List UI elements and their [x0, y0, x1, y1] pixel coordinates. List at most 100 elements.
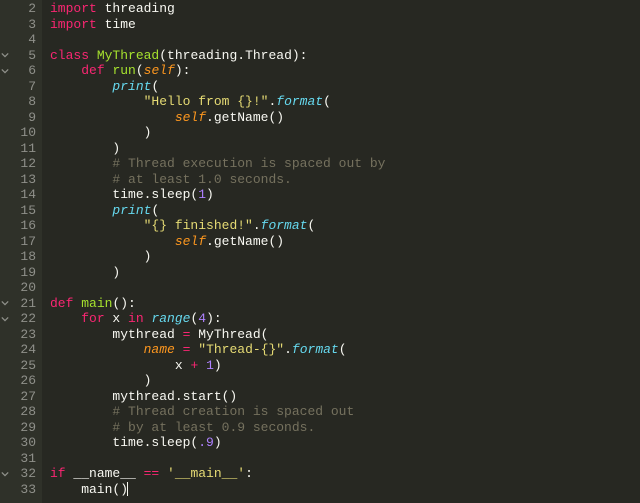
line-number[interactable]: 21 — [0, 296, 36, 312]
token-id — [50, 218, 144, 233]
fold-down-icon[interactable] — [1, 315, 9, 323]
line-number-text: 27 — [20, 389, 36, 405]
token-id: ) — [50, 373, 151, 388]
line-number[interactable]: 19 — [0, 265, 36, 281]
fold-toggle[interactable] — [0, 298, 10, 308]
line-number[interactable]: 20 — [0, 280, 36, 296]
line-number-gutter[interactable]: 2345678910111213141516171819202122232425… — [0, 0, 42, 503]
code-line[interactable] — [50, 451, 385, 467]
token-kw: def — [81, 63, 104, 78]
token-cmt: # by at least 0.9 seconds. — [112, 420, 315, 435]
code-line[interactable] — [50, 32, 385, 48]
fold-toggle[interactable] — [0, 469, 10, 479]
code-line[interactable]: # Thread execution is spaced out by — [50, 156, 385, 172]
line-number[interactable]: 11 — [0, 141, 36, 157]
line-number[interactable]: 32 — [0, 466, 36, 482]
line-number[interactable]: 33 — [0, 482, 36, 498]
line-number-text: 28 — [20, 404, 36, 420]
line-number[interactable]: 14 — [0, 187, 36, 203]
line-number[interactable]: 23 — [0, 327, 36, 343]
code-line[interactable]: ) — [50, 141, 385, 157]
token-id — [50, 79, 112, 94]
line-number[interactable]: 6 — [0, 63, 36, 79]
fold-down-icon[interactable] — [1, 67, 9, 75]
fold-toggle[interactable] — [0, 66, 10, 76]
code-line[interactable]: print( — [50, 203, 385, 219]
code-line[interactable]: self.getName() — [50, 234, 385, 250]
code-line[interactable]: ) — [50, 265, 385, 281]
line-number[interactable]: 3 — [0, 17, 36, 33]
code-line[interactable]: if __name__ == '__main__': — [50, 466, 385, 482]
line-number[interactable]: 5 — [0, 48, 36, 64]
fold-toggle[interactable] — [0, 314, 10, 324]
token-param: self — [175, 110, 206, 125]
line-number[interactable]: 8 — [0, 94, 36, 110]
token-cmt: # Thread creation is spaced out — [112, 404, 354, 419]
line-number[interactable]: 28 — [0, 404, 36, 420]
line-number[interactable]: 7 — [0, 79, 36, 95]
line-number[interactable]: 12 — [0, 156, 36, 172]
code-line[interactable]: import time — [50, 17, 385, 33]
line-number[interactable]: 30 — [0, 435, 36, 451]
token-id: ) — [214, 435, 222, 450]
code-line[interactable]: print( — [50, 79, 385, 95]
code-editor-area[interactable]: import threadingimport time class MyThrea… — [42, 0, 385, 503]
line-number[interactable]: 2 — [0, 1, 36, 17]
token-kw: == — [144, 466, 160, 481]
line-number[interactable]: 18 — [0, 249, 36, 265]
line-number[interactable]: 26 — [0, 373, 36, 389]
line-number[interactable]: 15 — [0, 203, 36, 219]
line-number[interactable]: 10 — [0, 125, 36, 141]
line-number-text: 8 — [28, 94, 36, 110]
line-number[interactable]: 27 — [0, 389, 36, 405]
code-line[interactable]: time.sleep(1) — [50, 187, 385, 203]
code-line[interactable]: # at least 1.0 seconds. — [50, 172, 385, 188]
code-line[interactable]: time.sleep(.9) — [50, 435, 385, 451]
line-number[interactable]: 29 — [0, 420, 36, 436]
code-line[interactable]: mythread.start() — [50, 389, 385, 405]
line-number[interactable]: 22 — [0, 311, 36, 327]
token-id: threading — [97, 1, 175, 16]
code-line[interactable]: ) — [50, 249, 385, 265]
code-line[interactable]: def main(): — [50, 296, 385, 312]
token-id: ( — [339, 342, 347, 357]
token-id — [50, 342, 144, 357]
code-line[interactable]: ) — [50, 373, 385, 389]
fold-down-icon[interactable] — [1, 299, 9, 307]
token-param: self — [144, 63, 175, 78]
code-line[interactable]: main() — [50, 482, 385, 498]
line-number-text: 5 — [28, 48, 36, 64]
token-kw: in — [128, 311, 144, 326]
fold-down-icon[interactable] — [1, 470, 9, 478]
line-number[interactable]: 4 — [0, 32, 36, 48]
code-line[interactable]: x + 1) — [50, 358, 385, 374]
token-id: .getName() — [206, 110, 284, 125]
code-line[interactable]: for x in range(4): — [50, 311, 385, 327]
line-number-text: 20 — [20, 280, 36, 296]
token-kw2: print — [112, 79, 151, 94]
line-number[interactable]: 25 — [0, 358, 36, 374]
fold-down-icon[interactable] — [1, 51, 9, 59]
token-id: ): — [175, 63, 191, 78]
code-line[interactable]: mythread = MyThread( — [50, 327, 385, 343]
code-line[interactable]: "{} finished!".format( — [50, 218, 385, 234]
line-number-text: 33 — [20, 482, 36, 498]
code-line[interactable]: # Thread creation is spaced out — [50, 404, 385, 420]
code-line[interactable]: self.getName() — [50, 110, 385, 126]
line-number[interactable]: 24 — [0, 342, 36, 358]
code-line[interactable]: import threading — [50, 1, 385, 17]
code-line[interactable] — [50, 280, 385, 296]
code-line[interactable]: class MyThread(threading.Thread): — [50, 48, 385, 64]
fold-toggle[interactable] — [0, 50, 10, 60]
line-number[interactable]: 9 — [0, 110, 36, 126]
line-number[interactable]: 13 — [0, 172, 36, 188]
code-line[interactable]: name = "Thread-{}".format( — [50, 342, 385, 358]
code-line[interactable]: # by at least 0.9 seconds. — [50, 420, 385, 436]
line-number[interactable]: 16 — [0, 218, 36, 234]
code-line[interactable]: "Hello from {}!".format( — [50, 94, 385, 110]
line-number[interactable]: 31 — [0, 451, 36, 467]
token-id: ): — [206, 311, 222, 326]
code-line[interactable]: ) — [50, 125, 385, 141]
code-line[interactable]: def run(self): — [50, 63, 385, 79]
line-number[interactable]: 17 — [0, 234, 36, 250]
